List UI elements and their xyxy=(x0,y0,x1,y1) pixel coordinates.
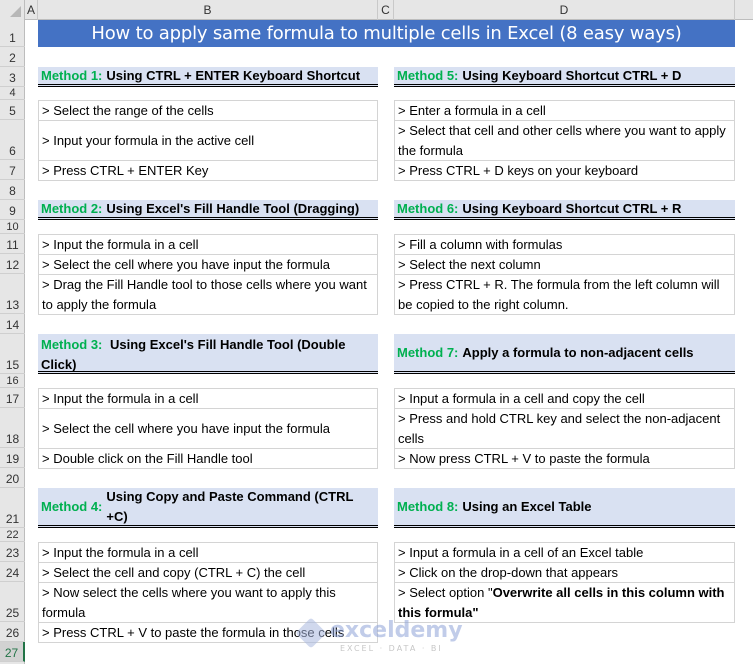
method-5-steps: > Enter a formula in a cell > Select tha… xyxy=(394,100,735,181)
method-4-steps: > Input the formula in a cell > Select t… xyxy=(38,542,378,643)
select-all-triangle-icon xyxy=(10,6,21,17)
row-header-11[interactable]: 11 xyxy=(0,234,25,254)
method-label: Method 3: xyxy=(41,337,103,352)
row-header-2[interactable]: 2 xyxy=(0,47,25,67)
method-8-steps: > Input a formula in a cell of an Excel … xyxy=(394,542,735,623)
method-6-header: Method 6: Using Keyboard Shortcut CTRL +… xyxy=(394,200,735,220)
step-cell[interactable]: > Select the cell where you have input t… xyxy=(39,409,377,449)
step-cell[interactable]: > Select the cell where you have input t… xyxy=(39,255,377,275)
row-header-6[interactable]: 6 xyxy=(0,120,25,160)
method-5-header: Method 5: Using Keyboard Shortcut CTRL +… xyxy=(394,67,735,87)
method-label: Method 2: xyxy=(41,200,103,216)
method-4-header: Method 4: Using Copy and Paste Command (… xyxy=(38,488,378,528)
row-header-21[interactable]: 21 xyxy=(0,488,25,528)
row-header-5[interactable]: 5 xyxy=(0,100,25,120)
method-title: Apply a formula to non-adjacent cells xyxy=(462,344,694,360)
method-title: Using Keyboard Shortcut CTRL + R xyxy=(462,200,682,216)
column-header-c[interactable]: C xyxy=(378,0,394,20)
step-cell[interactable]: > Input the formula in a cell xyxy=(39,235,377,255)
row-header-23[interactable]: 23 xyxy=(0,542,25,562)
row-header-18[interactable]: 18 xyxy=(0,408,25,448)
row-header-3[interactable]: 3 xyxy=(0,67,25,87)
step-cell[interactable]: > Select the next column xyxy=(395,255,734,275)
method-3-wrap: Method 3: Using Excel's Fill Handle Tool… xyxy=(41,335,375,375)
row-header-1[interactable]: 1 xyxy=(0,20,25,47)
row-header-20[interactable]: 20 xyxy=(0,468,25,488)
row-header-27[interactable]: 27 xyxy=(0,642,25,662)
method-3-header: Method 3: Using Excel's Fill Handle Tool… xyxy=(38,334,378,374)
step-cell[interactable]: > Now press CTRL + V to paste the formul… xyxy=(395,449,734,469)
method-label: Method 5: xyxy=(397,67,459,83)
method-1-steps: > Select the range of the cells > Input … xyxy=(38,100,378,181)
column-header-a[interactable]: A xyxy=(25,0,38,20)
method-label: Method 6: xyxy=(397,200,459,216)
step-cell[interactable]: > Drag the Fill Handle tool to those cel… xyxy=(39,275,377,315)
step-cell[interactable]: > Fill a column with formulas xyxy=(395,235,734,255)
row-header-25[interactable]: 25 xyxy=(0,582,25,622)
method-7-header: Method 7: Apply a formula to non-adjacen… xyxy=(394,334,735,374)
row-header-12[interactable]: 12 xyxy=(0,254,25,274)
method-6-steps: > Fill a column with formulas > Select t… xyxy=(394,234,735,315)
step-cell[interactable]: > Enter a formula in a cell xyxy=(395,101,734,121)
method-label: Method 7: xyxy=(397,344,459,360)
step-cell[interactable]: > Press CTRL + D keys on your keyboard xyxy=(395,161,734,181)
step-cell[interactable]: > Input a formula in a cell and copy the… xyxy=(395,389,734,409)
row-header-9[interactable]: 9 xyxy=(0,200,25,220)
method-title: Using Excel's Fill Handle Tool (Dragging… xyxy=(106,200,360,216)
step-cell[interactable]: > Double click on the Fill Handle tool xyxy=(39,449,377,469)
row-header-22[interactable]: 22 xyxy=(0,528,25,542)
row-header-13[interactable]: 13 xyxy=(0,274,25,314)
method-title: Using Copy and Paste Command (CTRL +C) xyxy=(106,488,354,524)
sheet-title: How to apply same formula to multiple ce… xyxy=(38,20,735,47)
row-header-14[interactable]: 14 xyxy=(0,314,25,334)
step-cell[interactable]: > Input the formula in a cell xyxy=(39,543,377,563)
step-cell[interactable]: > Now select the cells where you want to… xyxy=(39,583,377,623)
method-label: Method 1: xyxy=(41,67,103,83)
row-header-17[interactable]: 17 xyxy=(0,388,25,408)
row-header-15[interactable]: 15 xyxy=(0,334,25,374)
select-all-button[interactable] xyxy=(0,0,25,20)
row-header-16[interactable]: 16 xyxy=(0,374,25,388)
step-cell[interactable]: > Press CTRL + R. The formula from the l… xyxy=(395,275,734,315)
row-header-7[interactable]: 7 xyxy=(0,160,25,180)
step-cell[interactable]: > Press and hold CTRL key and select the… xyxy=(395,409,734,449)
row-header-26[interactable]: 26 xyxy=(0,622,25,642)
step-cell[interactable]: > Select the cell and copy (CTRL + C) th… xyxy=(39,563,377,583)
watermark-tagline: EXCEL · DATA · BI xyxy=(340,644,443,653)
method-title: Using Keyboard Shortcut CTRL + D xyxy=(462,67,682,83)
row-header-19[interactable]: 19 xyxy=(0,448,25,468)
step-prefix: > Select option " xyxy=(398,585,493,600)
step-cell[interactable]: > Select that cell and other cells where… xyxy=(395,121,734,161)
column-header-b[interactable]: B xyxy=(38,0,378,20)
row-header-8[interactable]: 8 xyxy=(0,180,25,200)
method-7-steps: > Input a formula in a cell and copy the… xyxy=(394,388,735,469)
row-header-10[interactable]: 10 xyxy=(0,220,25,234)
step-cell[interactable]: > Input your formula in the active cell xyxy=(39,121,377,161)
method-title: Using CTRL + ENTER Keyboard Shortcut xyxy=(106,67,361,83)
step-cell[interactable]: > Press CTRL + V to paste the formula in… xyxy=(39,623,377,643)
method-label: Method 4: xyxy=(41,498,103,514)
method-1-header: Method 1: Using CTRL + ENTER Keyboard Sh… xyxy=(38,67,378,87)
method-2-steps: > Input the formula in a cell > Select t… xyxy=(38,234,378,315)
step-cell[interactable]: > Press CTRL + ENTER Key xyxy=(39,161,377,181)
step-cell[interactable]: > Input the formula in a cell xyxy=(39,389,377,409)
row-header-24[interactable]: 24 xyxy=(0,562,25,582)
step-cell[interactable]: > Select option "Overwrite all cells in … xyxy=(395,583,734,623)
method-title: Using an Excel Table xyxy=(462,498,592,514)
step-cell[interactable]: > Click on the drop-down that appears xyxy=(395,563,734,583)
method-8-header: Method 8: Using an Excel Table xyxy=(394,488,735,528)
column-header-d[interactable]: D xyxy=(394,0,735,20)
step-cell[interactable]: > Input a formula in a cell of an Excel … xyxy=(395,543,734,563)
method-label: Method 8: xyxy=(397,498,459,514)
method-2-header: Method 2: Using Excel's Fill Handle Tool… xyxy=(38,200,378,220)
method-3-steps: > Input the formula in a cell > Select t… xyxy=(38,388,378,469)
step-cell[interactable]: > Select the range of the cells xyxy=(39,101,377,121)
row-header-4[interactable]: 4 xyxy=(0,87,25,100)
